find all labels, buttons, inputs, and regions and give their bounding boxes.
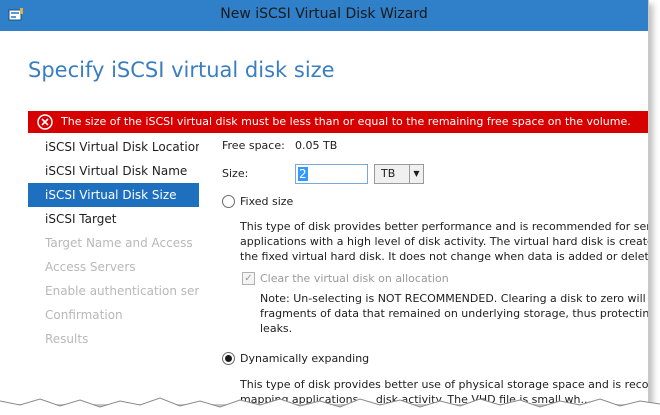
fixed-size-label[interactable]: Fixed size [240,195,293,208]
size-unit-value: TB [381,167,396,180]
size-unit-dropdown[interactable]: TB ▼ [374,164,424,184]
clear-disk-checkbox[interactable]: ✓ [242,272,255,285]
dynamic-expanding-label[interactable]: Dynamically expanding [240,352,369,365]
nav-item-iscsi-target[interactable]: iSCSI Target [28,207,199,231]
title-bar: New iSCSI Virtual Disk Wizard [0,0,648,31]
nav-item-disk-name[interactable]: iSCSI Virtual Disk Name [28,159,199,183]
radio-selected-dot [225,355,232,362]
fixed-size-description-line-3: the fixed virtual hard disk. It does not… [240,250,649,263]
note-line-3: leaks. [260,322,293,335]
page-title: Specify iSCSI virtual disk size [28,58,335,82]
size-input[interactable]: 2 [295,164,368,184]
error-message: The size of the iSCSI virtual disk must … [61,115,631,128]
free-space-label: Free space: [222,139,285,152]
note-line-1: Note: Un-selecting is NOT RECOMMENDED. C… [260,292,649,305]
dynamic-expanding-radio[interactable] [222,352,235,365]
fixed-size-description-line-1: This type of disk provides better perfor… [240,220,649,233]
free-space-value: 0.05 TB [295,139,338,152]
wizard-steps-nav: iSCSI Virtual Disk Location iSCSI Virtua… [28,135,199,351]
size-input-value: 2 [298,167,308,181]
chevron-down-icon[interactable]: ▼ [409,165,423,183]
nav-item-results: Results [45,332,89,346]
size-label: Size: [222,167,249,180]
note-line-2: fragments of data that remained on under… [260,307,649,320]
error-banner: The size of the iSCSI virtual disk must … [28,111,648,133]
dynamic-description-line-1: This type of disk provides better use of… [240,378,649,391]
nav-item-confirmation: Confirmation [45,308,123,322]
torn-edge-decoration [0,397,660,415]
error-x-icon [37,114,53,130]
nav-item-target-name-access: Target Name and Access [45,236,193,250]
nav-item-access-servers: Access Servers [45,260,136,274]
clear-disk-label[interactable]: Clear the virtual disk on allocation [260,272,449,285]
fixed-size-radio[interactable] [222,195,235,208]
nav-item-enable-authentication: Enable authentication ser... [45,284,199,298]
fixed-size-description-line-2: applications with a high level of disk a… [240,235,649,248]
nav-item-disk-size[interactable]: iSCSI Virtual Disk Size [28,183,199,207]
nav-item-disk-location[interactable]: iSCSI Virtual Disk Location [28,135,199,159]
window-title: New iSCSI Virtual Disk Wizard [220,6,428,22]
wizard-window: New iSCSI Virtual Disk Wizard Specify iS… [0,0,649,405]
